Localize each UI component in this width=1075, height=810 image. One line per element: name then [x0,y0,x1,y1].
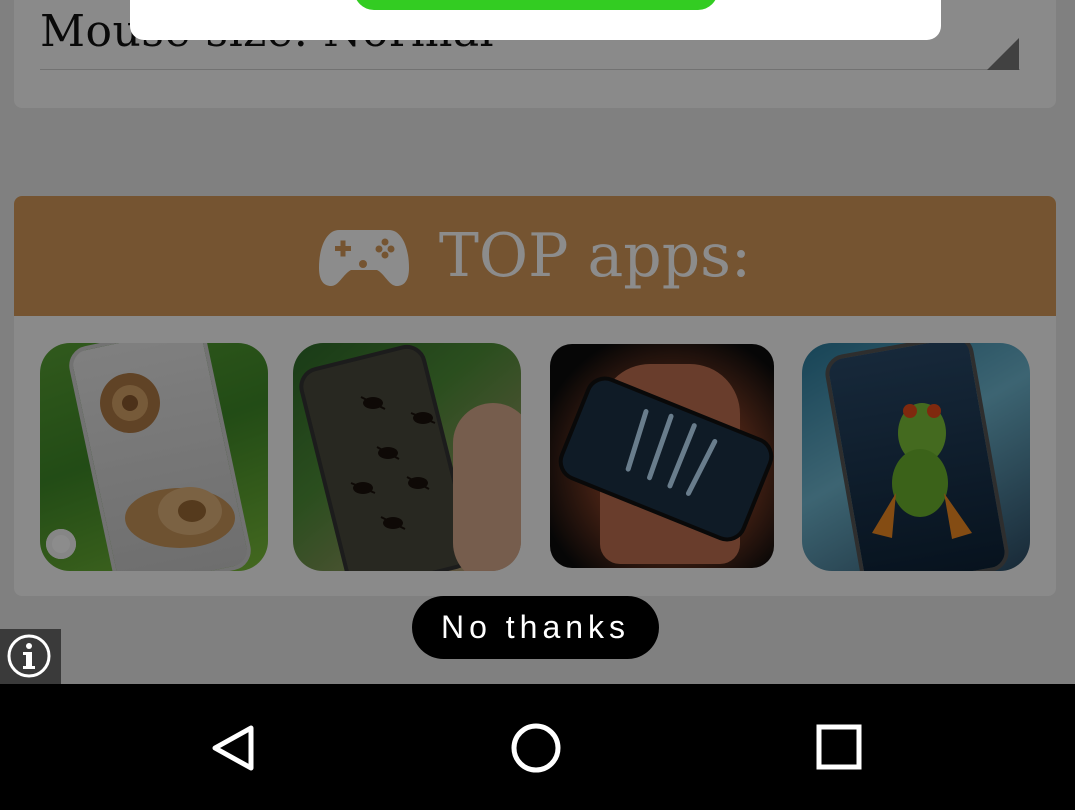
info-icon [7,634,51,678]
navigation-bar [0,684,1075,810]
dialog-action-button[interactable] [354,0,718,10]
home-circle-icon[interactable] [506,722,566,782]
back-triangle-icon[interactable] [205,722,265,782]
app-screen: Mouse size: Normal TOP apps: [0,0,1075,684]
recents-square-icon[interactable] [809,722,869,782]
no-thanks-button[interactable]: No thanks [412,596,659,659]
ad-info-button[interactable] [0,629,61,684]
dim-overlay [0,0,1075,684]
dialog-card [130,0,941,40]
